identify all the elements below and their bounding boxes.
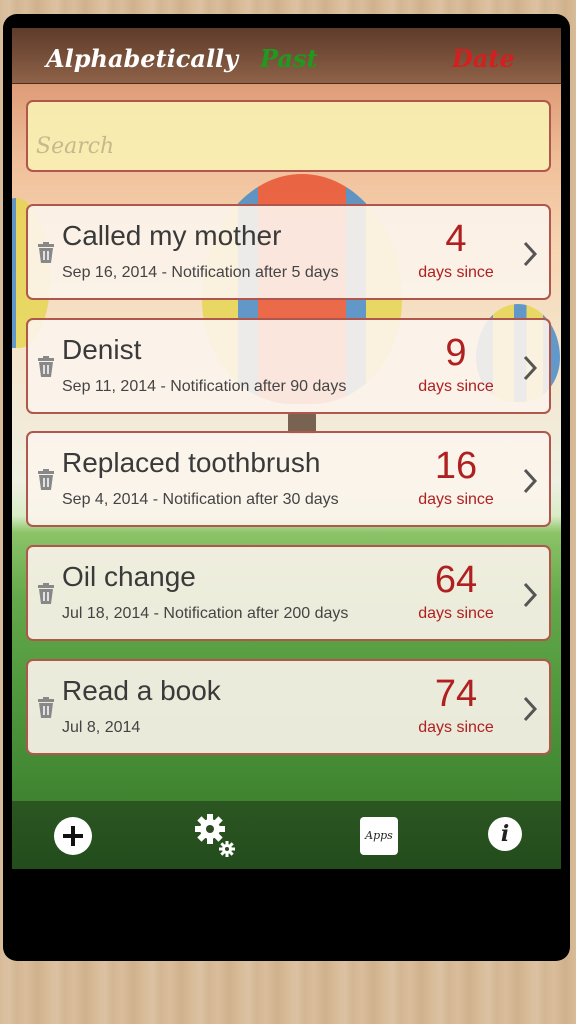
plus-icon xyxy=(63,826,83,846)
item-subtitle: Sep 4, 2014 - Notification after 30 days xyxy=(62,491,339,508)
trash-icon[interactable] xyxy=(36,469,56,491)
days-since-label: days since xyxy=(418,378,494,395)
search-input[interactable] xyxy=(26,100,551,172)
gear-icon xyxy=(195,814,235,857)
item-title: Oil change xyxy=(62,561,196,592)
trash-icon[interactable] xyxy=(36,583,56,605)
item-subtitle: Sep 16, 2014 - Notification after 5 days xyxy=(62,264,339,281)
days-since-label: days since xyxy=(418,719,494,736)
item-subtitle: Sep 11, 2014 - Notification after 90 day… xyxy=(62,378,347,395)
item-title: Denist xyxy=(62,334,142,365)
chevron-right-icon xyxy=(523,582,538,608)
item-title: Called my mother xyxy=(62,220,282,251)
list-item[interactable]: Replaced toothbrush Sep 4, 2014 - Notifi… xyxy=(26,431,551,527)
trash-icon[interactable] xyxy=(36,356,56,378)
days-count: 64 xyxy=(434,559,478,601)
item-title: Replaced toothbrush xyxy=(62,447,321,478)
item-subtitle: Jul 8, 2014 xyxy=(62,719,141,736)
apps-button[interactable]: Apps xyxy=(360,817,398,855)
sort-alphabetically-tab[interactable]: Alphabetically xyxy=(46,44,238,73)
chevron-right-icon xyxy=(523,241,538,267)
days-since-label: days since xyxy=(418,264,494,281)
days-since-label: days since xyxy=(418,491,494,508)
days-since-label: days since xyxy=(418,605,494,622)
bottom-toolbar: Apps i xyxy=(12,801,561,869)
add-button[interactable] xyxy=(54,817,92,855)
chevron-right-icon xyxy=(523,696,538,722)
days-count: 4 xyxy=(445,218,467,260)
chevron-right-icon xyxy=(523,355,538,381)
list-item[interactable]: Oil change Jul 18, 2014 - Notification a… xyxy=(26,545,551,641)
info-button[interactable]: i xyxy=(488,817,522,851)
app-screen: Alphabetically Past Date Called my mothe… xyxy=(12,28,561,869)
days-count: 74 xyxy=(434,673,478,715)
trash-icon[interactable] xyxy=(36,242,56,264)
sort-past-tab[interactable]: Past xyxy=(260,44,318,73)
settings-button[interactable] xyxy=(190,811,240,861)
sort-bar: Alphabetically Past Date xyxy=(12,28,561,84)
days-count: 16 xyxy=(434,445,478,487)
sort-date-tab[interactable]: Date xyxy=(452,44,515,73)
list-item[interactable]: Denist Sep 11, 2014 - Notification after… xyxy=(26,318,551,414)
item-title: Read a book xyxy=(62,675,221,706)
chevron-right-icon xyxy=(523,468,538,494)
list-item[interactable]: Called my mother Sep 16, 2014 - Notifica… xyxy=(26,204,551,300)
days-count: 9 xyxy=(445,332,467,374)
trash-icon[interactable] xyxy=(36,697,56,719)
list-item[interactable]: Read a book Jul 8, 2014 74 days since xyxy=(26,659,551,755)
item-subtitle: Jul 18, 2014 - Notification after 200 da… xyxy=(62,605,349,622)
device-frame: Alphabetically Past Date Called my mothe… xyxy=(3,14,570,961)
